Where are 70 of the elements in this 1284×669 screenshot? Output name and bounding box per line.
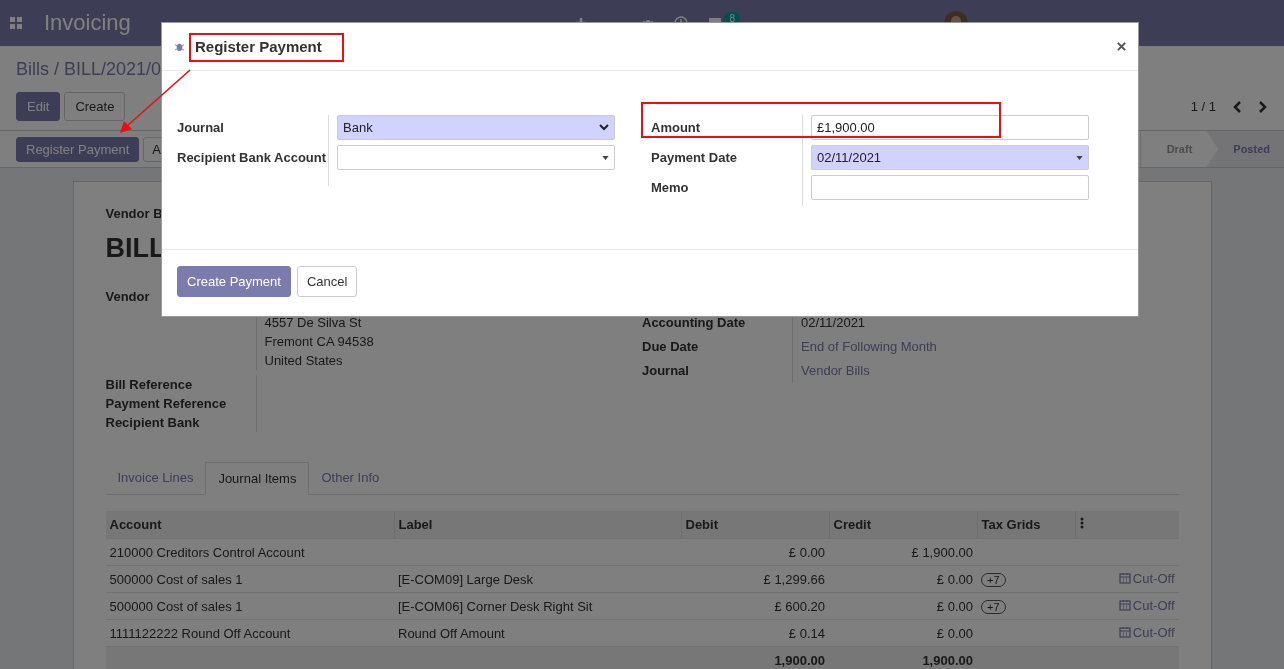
close-icon[interactable] xyxy=(1117,42,1126,51)
table-cell: [E-COM06] Corner Desk Right Sit xyxy=(398,598,593,614)
field-label: Journal xyxy=(177,119,225,137)
caret-icon xyxy=(1076,155,1083,160)
table-cell: £ 0.00 xyxy=(829,592,977,620)
table-cell: £ 0.00 xyxy=(681,538,829,566)
action-button[interactable]: Register Payment xyxy=(16,136,140,162)
column-header[interactable]: Account xyxy=(105,511,394,539)
dropdown-field[interactable] xyxy=(337,145,615,170)
dropdown-field[interactable]: Bank xyxy=(337,115,615,140)
cut-off-link[interactable]: Cut-Off xyxy=(1118,624,1175,640)
table-cell: [E-COM09] Large Desk xyxy=(398,571,534,587)
dropdown-field[interactable]: 02/11/2021 xyxy=(811,145,1089,170)
input-field[interactable]: £1,900.00 xyxy=(811,115,1089,140)
pager-value: 1 / 1 xyxy=(1190,99,1216,114)
chevron-down-icon xyxy=(599,124,609,131)
field-label: Due Date xyxy=(642,338,700,356)
calendar-icon xyxy=(1118,599,1131,612)
field-label: Payment Reference xyxy=(105,395,228,413)
calendar-icon xyxy=(1118,572,1131,585)
dialog-button[interactable]: Cancel xyxy=(296,266,358,297)
field-label: Payment Date xyxy=(651,149,738,167)
field-label: Accounting Date xyxy=(642,314,747,332)
address-line: United States xyxy=(264,352,344,370)
column-options-icon[interactable] xyxy=(1079,517,1084,529)
toolbar-button[interactable]: Create xyxy=(64,92,126,121)
field-label: Bill Reference xyxy=(105,376,194,394)
field-label: Journal xyxy=(642,362,690,380)
field-label: Vendor xyxy=(105,288,151,306)
field-label: Amount xyxy=(651,119,702,137)
dialog-button[interactable]: Create Payment xyxy=(177,266,291,297)
tab[interactable]: Journal Items xyxy=(205,462,310,495)
cut-off-link[interactable]: Cut-Off xyxy=(1118,570,1175,586)
next-icon[interactable] xyxy=(1258,100,1268,113)
app-title: Invoicing xyxy=(44,10,131,36)
document-name: BILL xyxy=(105,233,167,265)
dialog-title: Register Payment xyxy=(195,38,322,55)
breadcrumb: Bills / BILL/2021/0 xyxy=(16,58,163,81)
field-label: Memo xyxy=(651,179,690,197)
table-cell: 210000 Creditors Control Account xyxy=(105,538,394,566)
field-label: Recipient Bank xyxy=(105,414,201,432)
address-line: 4557 De Silva St xyxy=(264,314,363,332)
field-link[interactable]: End of Following Month xyxy=(801,339,937,354)
apps-menu-icon[interactable] xyxy=(10,17,22,29)
bug-icon xyxy=(174,41,185,52)
table-cell: £ 1,299.66 xyxy=(681,565,829,593)
table-cell: 500000 Cost of sales 1 xyxy=(105,565,394,593)
previous-icon[interactable] xyxy=(1232,100,1242,113)
caret-icon xyxy=(602,155,609,160)
input-field[interactable] xyxy=(811,175,1089,200)
field-link[interactable]: Vendor Bills xyxy=(801,363,870,378)
tab[interactable]: Invoice Lines xyxy=(105,462,206,494)
field-label: Recipient Bank Account xyxy=(177,149,328,167)
total-cell: 1,900.00 xyxy=(681,646,829,669)
column-header[interactable]: Label xyxy=(394,511,681,539)
field-value: 02/11/2021 xyxy=(801,315,866,330)
toolbar-button[interactable]: Edit xyxy=(16,92,61,121)
tab[interactable]: Other Info xyxy=(309,462,392,494)
calendar-icon xyxy=(1118,626,1131,639)
column-header[interactable]: Debit xyxy=(681,511,829,539)
table-cell: £ 600.20 xyxy=(681,592,829,620)
address-line: Fremont CA 94538 xyxy=(264,333,375,351)
column-header[interactable]: Credit xyxy=(829,511,977,539)
table-cell: Round Off Amount xyxy=(398,625,505,641)
cut-off-link[interactable]: Cut-Off xyxy=(1118,597,1175,613)
total-cell: 1,900.00 xyxy=(829,646,977,669)
table-cell: 500000 Cost of sales 1 xyxy=(105,592,394,620)
table-cell: £ 1,900.00 xyxy=(829,538,977,566)
table-cell: £ 0.00 xyxy=(829,565,977,593)
column-header[interactable]: Tax Grids xyxy=(977,511,1075,539)
